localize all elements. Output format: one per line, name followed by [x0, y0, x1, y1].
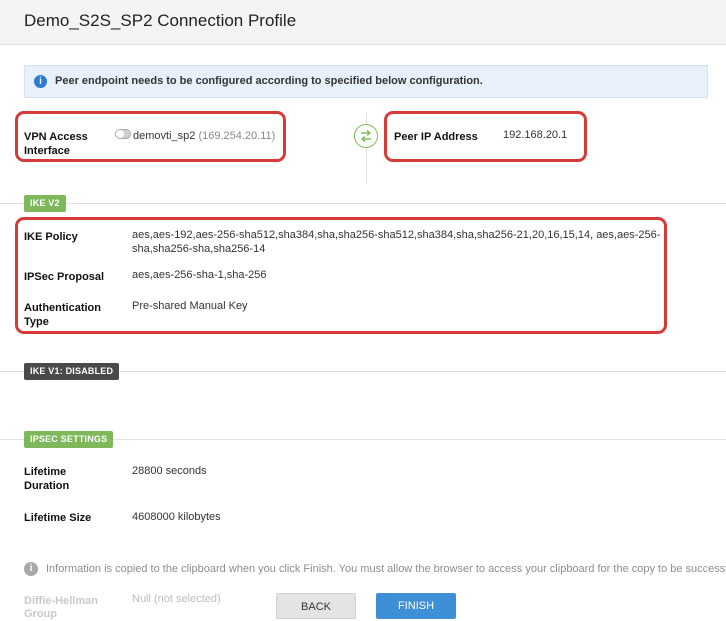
page-header: Demo_S2S_SP2 Connection Profile	[0, 0, 726, 45]
info-banner: i Peer endpoint needs to be configured a…	[24, 65, 708, 98]
footer-info-text: Information is copied to the clipboard w…	[46, 563, 726, 575]
auth-type-value: Pre-shared Manual Key	[132, 300, 248, 312]
lifetime-duration-label: Lifetime Duration	[24, 466, 70, 492]
swap-icon	[354, 124, 378, 148]
lifetime-size-value: 4608000 kilobytes	[132, 511, 221, 523]
peer-ip-label: Peer IP Address	[394, 131, 478, 143]
ikev1-tag: IKE V1: DISABLED	[24, 363, 120, 380]
ike-policy-label: IKE Policy	[24, 231, 78, 243]
back-button[interactable]: BACK	[276, 593, 356, 619]
page-title: Demo_S2S_SP2 Connection Profile	[24, 11, 297, 30]
ike-policy-value: aes,aes-192,aes-256-sha512,sha384,sha,sh…	[132, 229, 661, 255]
lifetime-duration-value: 28800 seconds	[132, 465, 207, 477]
info-icon: i	[34, 75, 47, 88]
vpn-interface-value: demovti_sp2 (169.254.20.11)	[133, 129, 275, 143]
auth-type-label: Authentication Type	[24, 302, 101, 328]
lifetime-size-label: Lifetime Size	[24, 512, 92, 524]
interface-toggle[interactable]	[115, 129, 131, 139]
footer-info-icon: i	[24, 562, 38, 576]
ipsec-proposal-value: aes,aes-256-sha-1,sha-256	[132, 269, 267, 281]
peer-ip-value: 192.168.20.1	[503, 129, 568, 141]
dh-group-value: Null (not selected)	[132, 593, 221, 605]
finish-button[interactable]: FINISH	[376, 593, 456, 619]
divider	[0, 203, 726, 204]
divider-vertical	[366, 112, 367, 184]
ipsec-settings-tag: IPSEC SETTINGS	[24, 431, 114, 448]
ipsec-proposal-label: IPSec Proposal	[24, 271, 105, 283]
interface-name: demovti_sp2	[133, 130, 196, 142]
ikev2-tag: IKE V2	[24, 195, 66, 212]
interface-ip: (169.254.20.11)	[198, 130, 276, 142]
info-banner-text: Peer endpoint needs to be configured acc…	[55, 75, 483, 87]
dh-group-label: Diffie-Hellman Group	[24, 595, 98, 620]
vpn-access-label: VPN Access Interface	[24, 131, 88, 157]
